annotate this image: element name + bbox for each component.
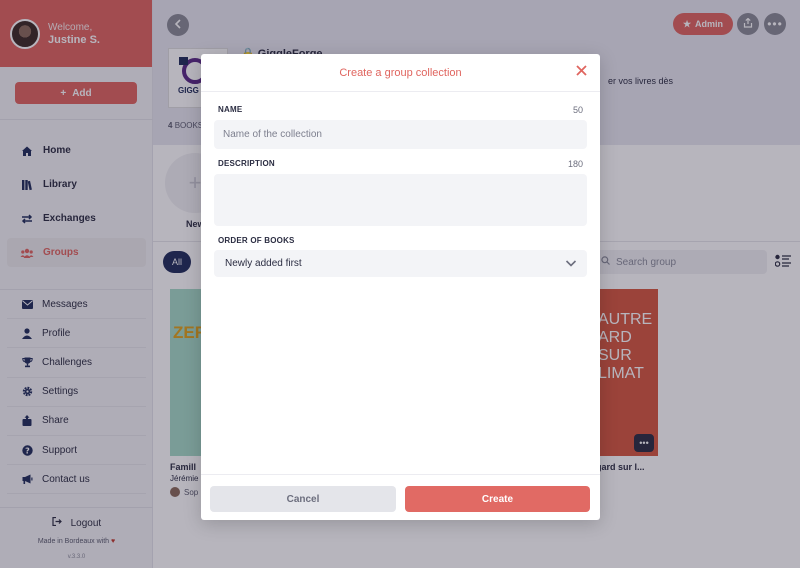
- cancel-button[interactable]: Cancel: [210, 486, 396, 512]
- order-select[interactable]: Newly added first: [214, 250, 587, 277]
- close-button[interactable]: [572, 63, 590, 81]
- order-label: ORDER OF BOOKS: [218, 236, 295, 245]
- order-selected-value: Newly added first: [225, 258, 302, 269]
- divider: [201, 474, 600, 475]
- collection-name-input[interactable]: [214, 120, 587, 149]
- description-label: DESCRIPTION: [218, 159, 275, 168]
- description-char-limit: 180: [567, 159, 583, 169]
- name-char-limit: 50: [572, 105, 583, 115]
- name-label: NAME: [218, 105, 243, 114]
- close-icon: [575, 63, 587, 81]
- modal-title: Create a group collection: [339, 67, 462, 79]
- chevron-down-icon: [564, 256, 578, 270]
- description-input[interactable]: [214, 174, 587, 226]
- create-button[interactable]: Create: [405, 486, 590, 512]
- create-collection-modal: Create a group collection NAME 50 DESCRI…: [201, 54, 600, 520]
- divider: [201, 91, 600, 92]
